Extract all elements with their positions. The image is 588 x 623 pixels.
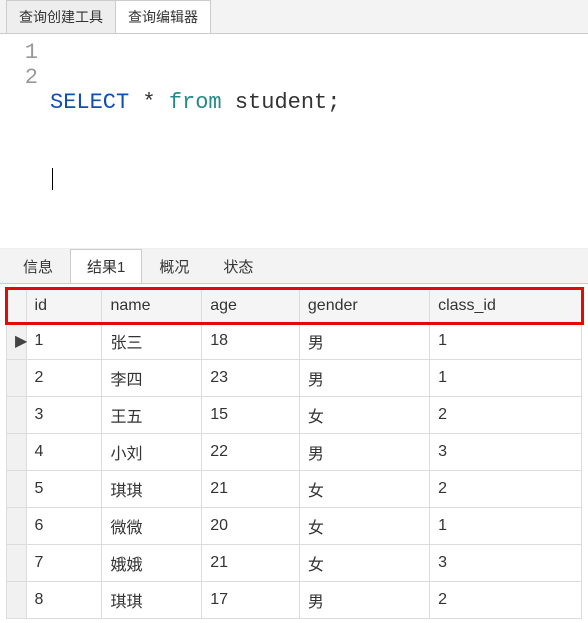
tab-query-editor[interactable]: 查询编辑器	[115, 0, 211, 33]
cell-id[interactable]: 8	[26, 582, 102, 619]
table-row[interactable]: 6微微20女1	[7, 508, 582, 545]
row-marker	[7, 508, 27, 545]
cell-id[interactable]: 7	[26, 545, 102, 582]
keyword-from: from	[169, 90, 222, 115]
tab-profile[interactable]: 概况	[142, 249, 206, 283]
code-editor[interactable]: 1 2 SELECT * from student;	[0, 34, 588, 249]
cell-name[interactable]: 微微	[102, 508, 202, 545]
cell-gender[interactable]: 男	[299, 323, 429, 360]
table-row[interactable]: 5琪琪21女2	[7, 471, 582, 508]
cell-class-id[interactable]: 3	[430, 434, 582, 471]
code-star: *	[129, 90, 169, 115]
code-ident: student;	[222, 90, 341, 115]
cell-age[interactable]: 15	[202, 397, 300, 434]
row-marker	[7, 545, 27, 582]
cell-id[interactable]: 2	[26, 360, 102, 397]
col-id[interactable]: id	[26, 289, 102, 323]
row-marker	[7, 582, 27, 619]
table-row[interactable]: ▶1张三18男1	[7, 323, 582, 360]
cell-gender[interactable]: 男	[299, 582, 429, 619]
cell-gender[interactable]: 女	[299, 545, 429, 582]
cell-name[interactable]: 张三	[102, 323, 202, 360]
col-class-id[interactable]: class_id	[430, 289, 582, 323]
cell-gender[interactable]: 女	[299, 471, 429, 508]
cell-class-id[interactable]: 1	[430, 360, 582, 397]
cell-id[interactable]: 5	[26, 471, 102, 508]
table-header-row[interactable]: id name age gender class_id	[7, 289, 582, 323]
row-marker	[7, 434, 27, 471]
text-cursor	[52, 168, 53, 190]
cell-class-id[interactable]: 3	[430, 545, 582, 582]
table-row[interactable]: 4小刘22男3	[7, 434, 582, 471]
cell-gender[interactable]: 男	[299, 360, 429, 397]
cell-age[interactable]: 22	[202, 434, 300, 471]
tab-status[interactable]: 状态	[206, 249, 270, 283]
keyword-select: SELECT	[50, 90, 129, 115]
cell-id[interactable]: 1	[26, 323, 102, 360]
line-number: 1	[0, 40, 38, 65]
cell-id[interactable]: 4	[26, 434, 102, 471]
row-marker	[7, 397, 27, 434]
cell-class-id[interactable]: 1	[430, 323, 582, 360]
row-marker	[7, 471, 27, 508]
code-line[interactable]	[50, 165, 340, 190]
cell-name[interactable]: 娥娥	[102, 545, 202, 582]
cell-age[interactable]: 21	[202, 545, 300, 582]
tab-info[interactable]: 信息	[6, 249, 70, 283]
cell-gender[interactable]: 女	[299, 508, 429, 545]
cell-name[interactable]: 琪琪	[102, 471, 202, 508]
line-number: 2	[0, 65, 38, 90]
row-marker-header	[7, 289, 27, 323]
cell-name[interactable]: 李四	[102, 360, 202, 397]
results-grid[interactable]: id name age gender class_id ▶1张三18男12李四2…	[6, 288, 582, 619]
cell-name[interactable]: 小刘	[102, 434, 202, 471]
col-age[interactable]: age	[202, 289, 300, 323]
tab-query-create[interactable]: 查询创建工具	[6, 0, 116, 33]
cell-class-id[interactable]: 2	[430, 397, 582, 434]
col-name[interactable]: name	[102, 289, 202, 323]
row-marker	[7, 360, 27, 397]
cell-age[interactable]: 18	[202, 323, 300, 360]
code-content[interactable]: SELECT * from student;	[50, 40, 340, 240]
table-row[interactable]: 8琪琪17男2	[7, 582, 582, 619]
cell-class-id[interactable]: 2	[430, 582, 582, 619]
table-row[interactable]: 3王五15女2	[7, 397, 582, 434]
code-line[interactable]: SELECT * from student;	[50, 90, 340, 115]
line-gutter: 1 2	[0, 40, 50, 240]
cell-name[interactable]: 王五	[102, 397, 202, 434]
cell-class-id[interactable]: 1	[430, 508, 582, 545]
top-tabs: 查询创建工具 查询编辑器	[0, 0, 588, 34]
col-gender[interactable]: gender	[299, 289, 429, 323]
cell-name[interactable]: 琪琪	[102, 582, 202, 619]
result-tabs: 信息 结果1 概况 状态	[0, 249, 588, 284]
results-grid-wrap: id name age gender class_id ▶1张三18男12李四2…	[0, 284, 588, 623]
table-row[interactable]: 7娥娥21女3	[7, 545, 582, 582]
cell-class-id[interactable]: 2	[430, 471, 582, 508]
cell-age[interactable]: 17	[202, 582, 300, 619]
cell-gender[interactable]: 女	[299, 397, 429, 434]
row-marker: ▶	[7, 323, 27, 360]
cell-id[interactable]: 3	[26, 397, 102, 434]
cell-age[interactable]: 21	[202, 471, 300, 508]
cell-gender[interactable]: 男	[299, 434, 429, 471]
cell-age[interactable]: 23	[202, 360, 300, 397]
cell-id[interactable]: 6	[26, 508, 102, 545]
cell-age[interactable]: 20	[202, 508, 300, 545]
table-row[interactable]: 2李四23男1	[7, 360, 582, 397]
tab-result1[interactable]: 结果1	[70, 249, 142, 283]
